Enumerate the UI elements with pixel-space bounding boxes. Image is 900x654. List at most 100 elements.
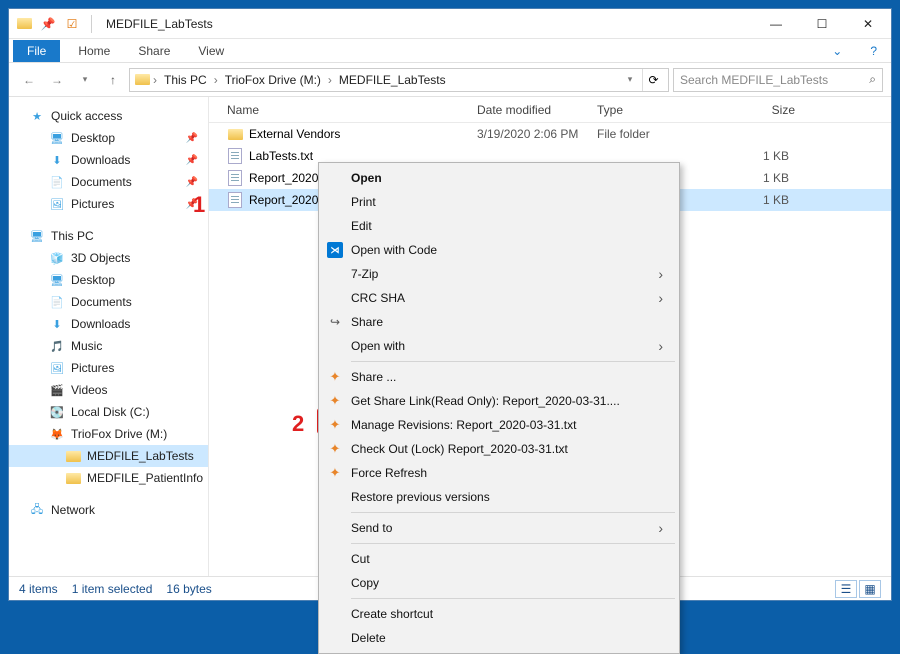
view-tab[interactable]: View [184, 40, 238, 62]
ctx-copy[interactable]: Copy [321, 571, 677, 595]
ctx-open-with-code[interactable]: ⋊Open with Code [321, 238, 677, 262]
callout-2: 2 [292, 411, 304, 437]
ctx-cut[interactable]: Cut [321, 547, 677, 571]
column-name[interactable]: Name [227, 103, 477, 117]
nav-documents[interactable]: 📄Documents📌 [9, 171, 208, 193]
qat-pin-icon[interactable]: 📌 [39, 15, 57, 33]
view-details-button[interactable]: ☰ [835, 580, 857, 598]
triofox-icon: ✦ [327, 441, 343, 457]
column-size[interactable]: Size [715, 103, 795, 117]
breadcrumb-folder[interactable]: MEDFILE_LabTests [335, 71, 450, 89]
nav-pictures[interactable]: 🖼Pictures📌 [9, 193, 208, 215]
home-tab[interactable]: Home [64, 40, 124, 62]
qat-check-icon[interactable]: ☑ [63, 15, 81, 33]
ctx-crc-sha[interactable]: CRC SHA› [321, 286, 677, 310]
nav-videos[interactable]: 🎬Videos [9, 379, 208, 401]
minimize-button[interactable]: — [753, 9, 799, 39]
nav-downloads-2[interactable]: ⬇Downloads [9, 313, 208, 335]
callout-1: 1 [193, 192, 205, 218]
column-type[interactable]: Type [597, 103, 715, 117]
ctx-force-refresh[interactable]: ✦Force Refresh [321, 461, 677, 485]
titlebar: 📌 ☑ MEDFILE_LabTests — ☐ ✕ [9, 9, 891, 39]
ctx-check-out-lock[interactable]: ✦Check Out (Lock) Report_2020-03-31.txt [321, 437, 677, 461]
nav-pictures-2[interactable]: 🖼Pictures [9, 357, 208, 379]
documents-icon: 📄 [49, 294, 65, 310]
ctx-open-with[interactable]: Open with› [321, 334, 677, 358]
nav-desktop-2[interactable]: 🖥Desktop [9, 269, 208, 291]
status-item-count: 4 items [19, 582, 58, 596]
nav-triofox-drive[interactable]: 🦊TrioFox Drive (M:) [9, 423, 208, 445]
pin-icon: 📌 [186, 133, 198, 144]
disk-icon: 💽 [49, 404, 65, 420]
chevron-right-icon: › [658, 338, 663, 354]
maximize-button[interactable]: ☐ [799, 9, 845, 39]
breadcrumb-this-pc[interactable]: This PC [160, 71, 211, 89]
nav-this-pc[interactable]: 🖥This PC [9, 225, 208, 247]
ctx-7zip[interactable]: 7-Zip› [321, 262, 677, 286]
nav-downloads[interactable]: ⬇Downloads📌 [9, 149, 208, 171]
nav-patientinfo[interactable]: MEDFILE_PatientInfo [9, 467, 208, 489]
search-input[interactable]: Search MEDFILE_LabTests ⌕ [673, 68, 883, 92]
ctx-restore-versions[interactable]: Restore previous versions [321, 485, 677, 509]
close-button[interactable]: ✕ [845, 9, 891, 39]
music-icon: 🎵 [49, 338, 65, 354]
nav-labtests[interactable]: MEDFILE_LabTests [9, 445, 208, 467]
column-headers: Name Date modified Type Size [209, 97, 891, 123]
triofox-icon: ✦ [327, 369, 343, 385]
ctx-delete[interactable]: Delete [321, 626, 677, 650]
dropdown-icon[interactable]: ▾ [618, 68, 642, 92]
ctx-share-triofox[interactable]: ✦Share ... [321, 365, 677, 389]
star-icon: ★ [29, 108, 45, 124]
nav-local-disk[interactable]: 💽Local Disk (C:) [9, 401, 208, 423]
nav-3d-objects[interactable]: 🧊3D Objects [9, 247, 208, 269]
separator [351, 598, 675, 599]
column-date[interactable]: Date modified [477, 103, 597, 117]
separator [351, 361, 675, 362]
chevron-right-icon[interactable]: › [213, 73, 219, 87]
downloads-icon: ⬇ [49, 316, 65, 332]
folder-row[interactable]: External Vendors 3/19/2020 2:06 PM File … [209, 123, 891, 145]
ctx-share[interactable]: ↪Share [321, 310, 677, 334]
recent-locations-button[interactable]: ▾ [73, 68, 97, 92]
videos-icon: 🎬 [49, 382, 65, 398]
window-title: MEDFILE_LabTests [106, 17, 213, 31]
folder-icon [227, 126, 243, 142]
text-file-icon [227, 192, 243, 208]
up-button[interactable]: ↑ [101, 68, 125, 92]
status-bytes: 16 bytes [166, 582, 211, 596]
nav-music[interactable]: 🎵Music [9, 335, 208, 357]
share-tab[interactable]: Share [124, 40, 184, 62]
documents-icon: 📄 [49, 174, 65, 190]
nav-network[interactable]: 🖧Network [9, 499, 208, 521]
ctx-open[interactable]: Open [321, 166, 677, 190]
back-button[interactable]: ← [17, 68, 41, 92]
text-file-icon [227, 148, 243, 164]
search-icon: ⌕ [869, 72, 876, 87]
ctx-send-to[interactable]: Send to› [321, 516, 677, 540]
nav-desktop[interactable]: 🖥Desktop📌 [9, 127, 208, 149]
pin-icon: 📌 [186, 155, 198, 166]
nav-documents-2[interactable]: 📄Documents [9, 291, 208, 313]
chevron-right-icon: › [658, 266, 663, 282]
chevron-right-icon[interactable]: › [152, 73, 158, 87]
triofox-icon: 🦊 [49, 426, 65, 442]
file-tab[interactable]: File [13, 40, 60, 62]
ctx-edit[interactable]: Edit [321, 214, 677, 238]
help-icon[interactable]: ? [856, 40, 891, 62]
navigation-pane: ★Quick access 🖥Desktop📌 ⬇Downloads📌 📄Doc… [9, 97, 209, 576]
chevron-right-icon[interactable]: › [327, 73, 333, 87]
ctx-create-shortcut[interactable]: Create shortcut [321, 602, 677, 626]
ctx-print[interactable]: Print [321, 190, 677, 214]
ctx-manage-revisions[interactable]: ✦Manage Revisions: Report_2020-03-31.txt [321, 413, 677, 437]
ctx-get-share-link[interactable]: ✦Get Share Link(Read Only): Report_2020-… [321, 389, 677, 413]
nav-quick-access[interactable]: ★Quick access [9, 105, 208, 127]
desktop-icon: 🖥 [49, 272, 65, 288]
breadcrumb-drive[interactable]: TrioFox Drive (M:) [221, 71, 325, 89]
downloads-icon: ⬇ [49, 152, 65, 168]
ribbon-expand-icon[interactable]: ⌄ [818, 40, 856, 62]
view-icons-button[interactable]: ▦ [859, 580, 881, 598]
refresh-button[interactable]: ⟳ [642, 69, 664, 91]
breadcrumb-bar[interactable]: › This PC › TrioFox Drive (M:) › MEDFILE… [129, 68, 669, 92]
folder-icon [134, 72, 150, 88]
cube-icon: 🧊 [49, 250, 65, 266]
